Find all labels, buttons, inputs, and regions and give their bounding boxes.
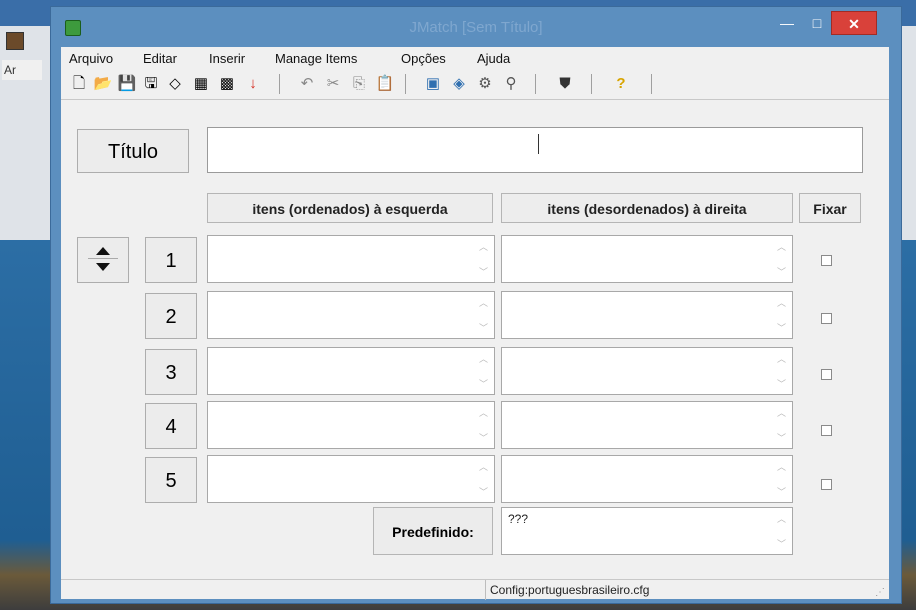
- maximize-button[interactable]: □: [803, 11, 831, 35]
- header-fixar[interactable]: Fixar: [799, 193, 861, 223]
- right-item-input[interactable]: ︿ ﹀: [501, 401, 793, 449]
- predefinido-button[interactable]: Predefinido:: [373, 507, 493, 555]
- titulo-input[interactable]: [207, 127, 863, 173]
- background-app-icon: [6, 32, 24, 50]
- export-web-icon[interactable]: ▦: [191, 74, 211, 94]
- save-as-icon[interactable]: 🖫: [141, 74, 161, 94]
- right-item-input[interactable]: ︿ ﹀: [501, 291, 793, 339]
- scroll-up-icon[interactable]: ︿: [777, 240, 786, 253]
- close-button[interactable]: ✕: [831, 11, 877, 35]
- scroll-up-icon[interactable]: ︿: [777, 512, 786, 525]
- right-item-input[interactable]: ︿ ﹀: [501, 347, 793, 395]
- menu-ajuda[interactable]: Ajuda: [477, 51, 510, 66]
- left-item-input[interactable]: ︿ ﹀: [207, 235, 495, 283]
- left-item-input[interactable]: ︿ ﹀: [207, 291, 495, 339]
- toolbar: 🗋 📂 💾 🖫 ◇ ▦ ▩ ↓ ↶ ✂ ⎘ 📋 ▣ ◈ ⚙ ⚲ ⛊ ?: [61, 69, 889, 100]
- title-bar[interactable]: JMatch [Sem Título] — □ ✕: [51, 7, 901, 47]
- scroll-down-icon[interactable]: ﹀: [777, 321, 786, 334]
- menu-arquivo[interactable]: Arquivo: [69, 51, 113, 66]
- scroll-up-icon[interactable]: ︿: [777, 460, 786, 473]
- right-item-input[interactable]: ︿ ﹀: [501, 235, 793, 283]
- spell-check-icon[interactable]: ⚙: [475, 74, 495, 94]
- scroll-down-icon[interactable]: ﹀: [479, 377, 488, 390]
- arrow-down-icon[interactable]: [96, 263, 110, 271]
- resize-grip-icon[interactable]: ⋰: [875, 587, 885, 598]
- row-number-button[interactable]: 2: [145, 293, 197, 339]
- scroll-up-icon[interactable]: ︿: [479, 352, 488, 365]
- fixar-checkbox[interactable]: [821, 369, 832, 380]
- titulo-button[interactable]: Título: [77, 129, 189, 173]
- row-number-button[interactable]: 4: [145, 403, 197, 449]
- scroll-down-icon[interactable]: ﹀: [479, 431, 488, 444]
- app-window: JMatch [Sem Título] — □ ✕ Arquivo Editar…: [50, 6, 902, 604]
- scroll-up-icon[interactable]: ︿: [777, 406, 786, 419]
- right-item-input[interactable]: ︿ ﹀: [501, 455, 793, 503]
- left-item-input[interactable]: ︿ ﹀: [207, 401, 495, 449]
- status-config: Config:portuguesbrasileiro.cfg: [485, 580, 649, 600]
- toolbar-separator: [651, 74, 652, 94]
- row-number-button[interactable]: 5: [145, 457, 197, 503]
- divider: [88, 258, 118, 259]
- scroll-down-icon[interactable]: ﹀: [777, 485, 786, 498]
- scroll-up-icon[interactable]: ︿: [479, 460, 488, 473]
- row-number-button[interactable]: 1: [145, 237, 197, 283]
- undo-icon[interactable]: ↶: [297, 74, 317, 94]
- shield-icon[interactable]: ⛊: [555, 74, 575, 94]
- reorder-button[interactable]: [77, 237, 129, 283]
- fixar-checkbox[interactable]: [821, 425, 832, 436]
- scroll-up-icon[interactable]: ︿: [777, 352, 786, 365]
- status-bar: Config:portuguesbrasileiro.cfg ⋰: [61, 579, 889, 600]
- new-file-icon[interactable]: 🗋: [69, 74, 89, 94]
- toolbar-separator: [279, 74, 280, 94]
- row-number-button[interactable]: 3: [145, 349, 197, 395]
- export-print-icon[interactable]: ▩: [217, 74, 237, 94]
- fixar-checkbox[interactable]: [821, 313, 832, 324]
- client-area: Arquivo Editar Inserir Manage Items Opçõ…: [61, 47, 889, 600]
- left-item-input[interactable]: ︿ ﹀: [207, 455, 495, 503]
- fixar-checkbox[interactable]: [821, 255, 832, 266]
- left-item-input[interactable]: ︿ ﹀: [207, 347, 495, 395]
- scroll-down-icon[interactable]: ﹀: [777, 431, 786, 444]
- scroll-down-icon[interactable]: ﹀: [479, 321, 488, 334]
- header-right-items[interactable]: itens (desordenados) à direita: [501, 193, 793, 223]
- menu-inserir[interactable]: Inserir: [209, 51, 245, 66]
- scroll-down-icon[interactable]: ﹀: [479, 485, 488, 498]
- toolbar-separator: [535, 74, 536, 94]
- minimize-button[interactable]: —: [773, 11, 801, 35]
- toolbar-separator: [405, 74, 406, 94]
- predefinido-value: ???: [508, 512, 529, 526]
- toolbar-separator: [591, 74, 592, 94]
- predefinido-input[interactable]: ??? ︿ ﹀: [501, 507, 793, 555]
- fixar-checkbox[interactable]: [821, 479, 832, 490]
- scroll-down-icon[interactable]: ﹀: [479, 265, 488, 278]
- menu-editar[interactable]: Editar: [143, 51, 177, 66]
- scroll-up-icon[interactable]: ︿: [479, 240, 488, 253]
- config-icon[interactable]: ▣: [423, 74, 443, 94]
- help-icon[interactable]: ?: [611, 74, 631, 94]
- scroll-down-icon[interactable]: ﹀: [777, 377, 786, 390]
- copy-icon[interactable]: ⎘: [349, 74, 369, 94]
- background-window-label: Ar: [2, 60, 42, 80]
- cut-icon[interactable]: ✂: [323, 74, 343, 94]
- paste-icon[interactable]: 📋: [375, 74, 395, 94]
- scroll-up-icon[interactable]: ︿: [777, 296, 786, 309]
- search-replace-icon[interactable]: ⚲: [501, 74, 521, 94]
- scroll-down-icon[interactable]: ﹀: [777, 537, 786, 550]
- open-folder-icon[interactable]: 📂: [93, 74, 113, 94]
- scroll-up-icon[interactable]: ︿: [479, 296, 488, 309]
- eraser-icon[interactable]: ◇: [165, 74, 185, 94]
- menu-opcoes[interactable]: Opções: [401, 51, 446, 66]
- arrow-down-icon[interactable]: ↓: [243, 74, 263, 94]
- header-left-items[interactable]: itens (ordenados) à esquerda: [207, 193, 493, 223]
- menu-manage-items[interactable]: Manage Items: [275, 51, 357, 66]
- scroll-up-icon[interactable]: ︿: [479, 406, 488, 419]
- text-cursor: [538, 134, 539, 154]
- save-icon[interactable]: 💾: [117, 74, 137, 94]
- menu-bar: Arquivo Editar Inserir Manage Items Opçõ…: [61, 47, 889, 69]
- scroll-down-icon[interactable]: ﹀: [777, 265, 786, 278]
- arrow-up-icon[interactable]: [96, 247, 110, 255]
- globe-icon[interactable]: ◈: [449, 74, 469, 94]
